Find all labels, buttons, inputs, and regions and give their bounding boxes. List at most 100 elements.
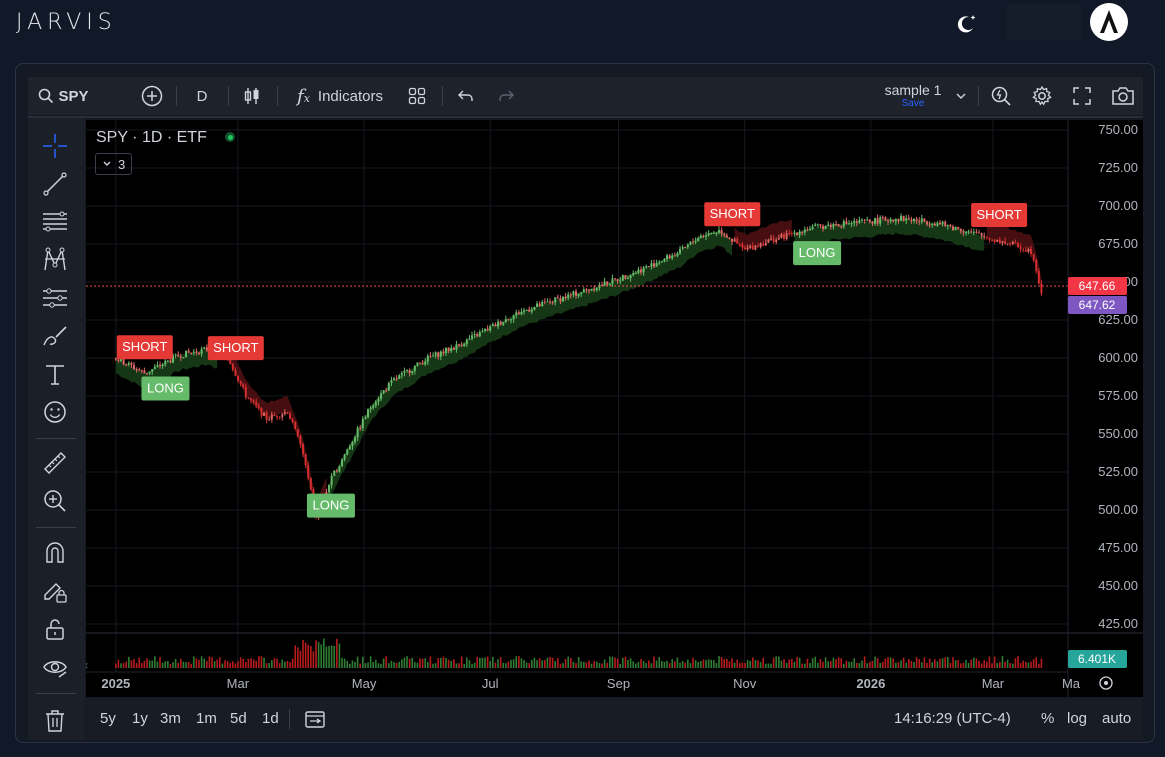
lock-all-tool[interactable] <box>41 615 69 643</box>
avatar[interactable] <box>1090 3 1128 41</box>
price-tick-label: 625.00 <box>1098 312 1138 327</box>
undo-button[interactable] <box>455 77 477 115</box>
theme-toggle-moon-icon[interactable] <box>954 12 978 36</box>
pattern-tool[interactable] <box>41 246 69 274</box>
horizontal-lines-icon <box>42 209 68 235</box>
candle-body <box>910 219 913 221</box>
measure-tool[interactable] <box>41 449 69 477</box>
quick-search-button[interactable] <box>989 77 1013 115</box>
fullscreen-button[interactable] <box>1070 77 1094 115</box>
volume-bar <box>809 663 811 668</box>
add-symbol-button[interactable] <box>139 77 165 115</box>
screenshot-button[interactable] <box>1110 77 1136 115</box>
candle-body <box>673 255 676 257</box>
auto-scale-button[interactable]: auto <box>1102 698 1131 740</box>
chart-legend-title: SPY · 1D · ETF <box>96 129 207 146</box>
range-1d-button[interactable]: 1d <box>262 698 279 740</box>
volume-bar <box>661 661 663 668</box>
time-tick-label: May <box>352 676 377 691</box>
trend-band-segment <box>329 230 733 501</box>
settings-button[interactable] <box>1030 77 1054 115</box>
layout-dropdown-button[interactable] <box>953 77 969 115</box>
candle-body <box>840 226 843 228</box>
volume-bar <box>330 645 333 668</box>
volume-bar <box>143 660 146 668</box>
magnify-bolt-icon <box>990 85 1012 107</box>
volume-bar <box>793 661 796 668</box>
range-1m-button[interactable]: 1m <box>196 698 217 740</box>
candle-body <box>476 334 479 337</box>
unlock-icon <box>42 616 68 642</box>
crosshair-icon <box>42 133 68 159</box>
volume-bar <box>382 658 385 668</box>
interval-button[interactable]: D <box>190 77 214 115</box>
volume-bar <box>1014 658 1017 668</box>
emoji-tool[interactable] <box>41 398 69 426</box>
candle-body <box>780 234 783 238</box>
volume-bar <box>715 663 718 668</box>
volume-bar <box>687 659 689 668</box>
short-signal-label: SHORT <box>704 202 761 227</box>
trend-line-tool[interactable] <box>41 170 69 198</box>
zoom-in-tool[interactable] <box>41 487 69 515</box>
percent-scale-button[interactable]: % <box>1041 698 1054 740</box>
range-5d-button[interactable]: 5d <box>230 698 247 740</box>
remove-drawings-tool[interactable] <box>41 706 69 734</box>
volume-bar <box>590 663 593 668</box>
layouts-grid-button[interactable] <box>406 77 428 115</box>
crosshair-tool[interactable] <box>41 132 69 160</box>
candle-body <box>273 414 276 416</box>
redo-button[interactable] <box>495 77 517 115</box>
volume-bar <box>434 663 437 668</box>
layout-name-button[interactable]: sample 1 Save <box>873 81 953 113</box>
candle-body <box>842 221 845 227</box>
log-scale-button[interactable]: log <box>1067 698 1087 740</box>
range-3m-button[interactable]: 3m <box>160 698 181 740</box>
candle-body <box>931 223 934 225</box>
toolbar-divider <box>36 438 76 439</box>
fib-retracement-tool[interactable] <box>41 208 69 236</box>
brush-tool[interactable] <box>41 322 69 350</box>
candle-body <box>517 312 520 315</box>
candle-body <box>650 263 653 267</box>
pencil-lock-icon <box>42 578 68 604</box>
candle-body <box>341 459 344 467</box>
go-to-date-button[interactable] <box>304 698 326 740</box>
range-5y-button[interactable]: 5y <box>100 698 116 740</box>
indicators-button[interactable]: fx Indicators <box>290 77 390 115</box>
text-tool[interactable] <box>41 360 69 388</box>
candle-body <box>528 309 531 312</box>
volume-bar <box>377 663 380 668</box>
candle-body <box>497 321 500 327</box>
candle-body <box>130 362 133 366</box>
volume-bar <box>1004 661 1006 668</box>
volume-bar <box>655 660 658 668</box>
magnet-tool[interactable] <box>41 539 69 567</box>
candle-body <box>666 255 669 259</box>
lock-drawings-tool[interactable] <box>41 577 69 605</box>
candle-body <box>944 221 947 226</box>
hide-drawings-tool[interactable] <box>41 653 69 681</box>
candle-body <box>902 215 905 221</box>
candle-body <box>913 218 916 221</box>
volume-bar <box>871 660 874 668</box>
price-tick-label: 700.00 <box>1098 198 1138 213</box>
chart-type-button[interactable] <box>240 77 264 115</box>
volume-bar <box>720 657 723 668</box>
candle-body <box>936 222 939 226</box>
volume-bar <box>936 661 939 668</box>
volume-bar <box>627 660 629 668</box>
forecast-tool[interactable] <box>41 284 69 312</box>
symbol-search[interactable]: SPY <box>36 77 91 115</box>
range-1y-button[interactable]: 1y <box>132 698 148 740</box>
price-chart[interactable]: SHORT LONG SHORT LONG SHORT LONG SHORT 750.00 7… <box>86 120 1143 697</box>
candle-body <box>637 269 640 273</box>
candle-body <box>881 217 884 219</box>
legend-collapse-button[interactable]: 3 <box>95 153 133 175</box>
candle-body <box>777 237 780 240</box>
volume-bar <box>299 650 302 668</box>
volume-bar <box>232 661 234 668</box>
candle-body <box>403 370 406 373</box>
volume-bar <box>476 656 479 668</box>
volume-bar <box>804 663 806 668</box>
